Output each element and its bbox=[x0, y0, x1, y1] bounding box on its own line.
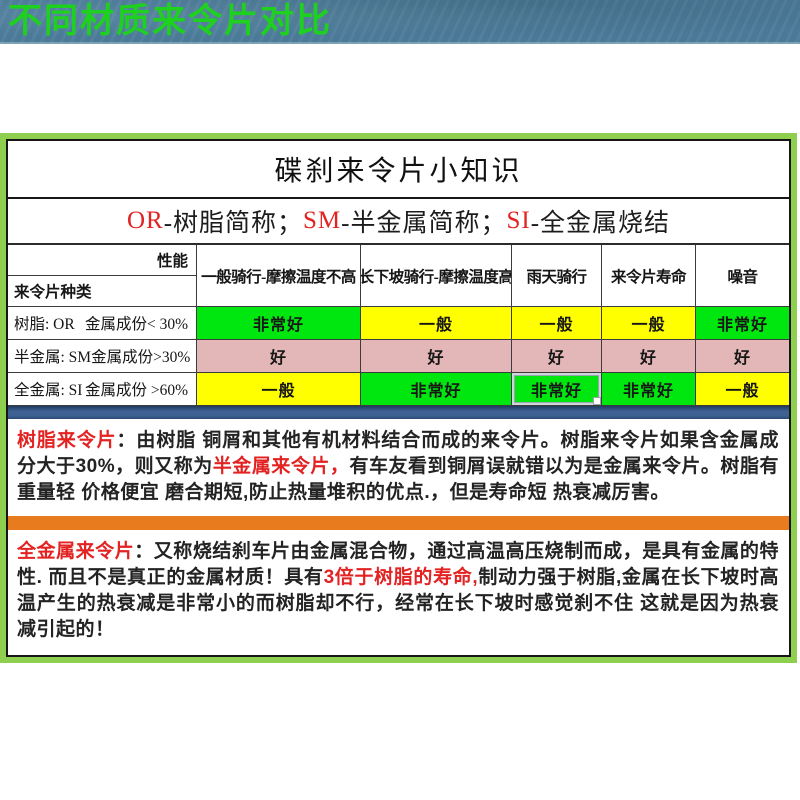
column-header-rain-riding: 雨天骑行 bbox=[512, 245, 602, 307]
rating-cell: 非常好 bbox=[361, 373, 512, 406]
rating-cell: 一般 bbox=[512, 307, 602, 340]
legend-code-sm: SM bbox=[303, 207, 342, 234]
rating-cell: 好 bbox=[512, 340, 602, 373]
top-banner: 不同材质来令片对比 bbox=[0, 0, 800, 44]
legend-code-or: OR bbox=[126, 207, 164, 234]
card-title: 碟刹来令片小知识 bbox=[8, 141, 789, 199]
paragraph-resin: 树脂来令片：由树脂 铜屑和其他有机材料结合而成的来令片。树脂来令片如果含金属成分… bbox=[8, 419, 789, 516]
comparison-table: 性能 来令片种类 一般骑行-摩擦温度不高 长下坡骑行-摩擦温度高 雨天骑行 来令… bbox=[8, 245, 789, 406]
row-label-fullmetal: 全金属: SI 金属成份 >60% bbox=[8, 373, 197, 406]
rating-cell: 一般 bbox=[696, 373, 789, 406]
rating-cell: 一般 bbox=[602, 307, 696, 340]
row-label-resin-name: 树脂: OR bbox=[14, 316, 75, 333]
rating-cell: 好 bbox=[361, 340, 512, 373]
rating-cell: 非常好 bbox=[696, 307, 789, 340]
column-header-pad-life: 来令片寿命 bbox=[602, 245, 696, 307]
legend-text-fullmetal: -全金属烧结 bbox=[530, 210, 671, 237]
row-label-resin: 树脂: OR 金属成份< 30% bbox=[8, 307, 197, 340]
rating-cell: 非常好 bbox=[602, 373, 696, 406]
selected-rating-cell: 非常好 bbox=[512, 373, 602, 406]
column-header-noise: 噪音 bbox=[696, 245, 789, 307]
rating-cell: 好 bbox=[602, 340, 696, 373]
table-corner-cell: 性能 来令片种类 bbox=[8, 245, 197, 307]
rating-cell: 一般 bbox=[361, 307, 512, 340]
corner-label-pad-type: 来令片种类 bbox=[14, 283, 92, 301]
info-card: 碟刹来令片小知识 OR -树脂简称； SM -半金属简称； SI -全金属烧结 性能 来令… bbox=[6, 139, 791, 657]
paragraph-fullmetal: 全金属来令片：又称烧结刹车片由金属混合物，通过高温高压烧制而成，是具有金属的特性… bbox=[8, 530, 789, 655]
paragraph-resin-highlight: 半金属来令片， bbox=[212, 456, 350, 477]
row-label-fullmetal-composition: 金属成份 >60% bbox=[84, 382, 188, 399]
paragraph-fullmetal-highlight: 3倍于树脂的寿命, bbox=[323, 567, 479, 588]
row-label-fullmetal-name: 全金属: SI bbox=[14, 382, 83, 399]
orange-divider-bar bbox=[8, 516, 789, 530]
paragraph-fullmetal-lead: 全金属来令片 bbox=[17, 541, 135, 562]
page-title: 不同材质来令片对比 bbox=[8, 2, 332, 40]
legend-text-semimetal: -半金属简称； bbox=[341, 210, 507, 237]
paragraph-resin-lead: 树脂来令片 bbox=[17, 430, 117, 451]
legend-code-si: SI bbox=[506, 207, 531, 234]
row-label-semimetal-composition: 金属成份>30% bbox=[91, 349, 191, 366]
rating-cell: 好 bbox=[696, 340, 789, 373]
column-header-downhill-riding: 长下坡骑行-摩擦温度高 bbox=[361, 245, 512, 307]
corner-label-performance: 性能 bbox=[8, 245, 196, 276]
row-label-semimetal-name: 半金属: SM bbox=[14, 349, 92, 366]
rating-cell: 好 bbox=[197, 340, 361, 373]
abbreviation-legend: OR -树脂简称； SM -半金属简称； SI -全金属烧结 bbox=[8, 199, 789, 245]
rating-cell: 非常好 bbox=[197, 307, 361, 340]
legend-text-resin: -树脂简称； bbox=[163, 210, 304, 237]
rating-cell: 一般 bbox=[197, 373, 361, 406]
row-label-resin-composition: 金属成份< 30% bbox=[84, 316, 188, 333]
column-header-normal-riding: 一般骑行-摩擦温度不高 bbox=[197, 245, 361, 307]
info-card-frame: 碟刹来令片小知识 OR -树脂简称； SM -半金属简称； SI -全金属烧结 性能 来令… bbox=[0, 133, 797, 663]
blue-divider-bar bbox=[8, 406, 789, 419]
row-label-semimetal: 半金属: SM 金属成份>30% bbox=[8, 340, 197, 373]
